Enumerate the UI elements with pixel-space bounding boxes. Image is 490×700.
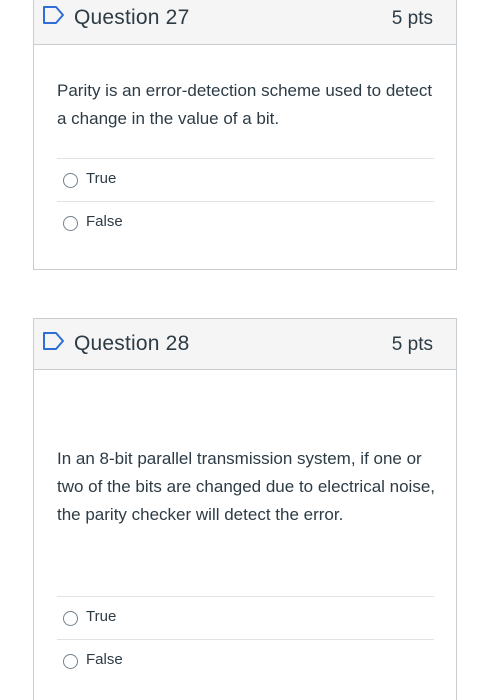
answer-label: False [86,213,123,230]
answer-label: False [86,651,123,668]
question-text: In an 8-bit parallel transmission system… [57,449,436,524]
answer-false[interactable]: False [57,201,434,244]
question-title: Question 27 [74,6,190,29]
answer-list: True False [57,596,434,682]
question-card-27: Question 27 5 pts Parity is an error-det… [33,0,457,270]
answer-list: True False [57,158,434,244]
answer-label: True [86,170,117,187]
answer-false[interactable]: False [57,639,434,682]
answer-true[interactable]: True [57,158,434,201]
question-points: 5 pts [391,334,433,355]
question-title: Question 28 [74,332,190,355]
radio-button[interactable] [63,654,78,669]
answer-label: True [86,608,117,625]
question-points: 5 pts [391,8,433,29]
question-card-28: Question 28 5 pts In an 8-bit parallel t… [33,318,457,700]
flag-icon[interactable] [42,5,66,25]
question-header: Question 27 5 pts [34,0,456,45]
question-header: Question 28 5 pts [34,319,456,370]
radio-button[interactable] [63,611,78,626]
answer-true[interactable]: True [57,596,434,639]
quiz-page: Question 27 5 pts Parity is an error-det… [0,0,490,700]
radio-button[interactable] [63,173,78,188]
flag-icon[interactable] [42,331,66,351]
question-text: Parity is an error-detection scheme used… [57,81,433,128]
radio-button[interactable] [63,216,78,231]
